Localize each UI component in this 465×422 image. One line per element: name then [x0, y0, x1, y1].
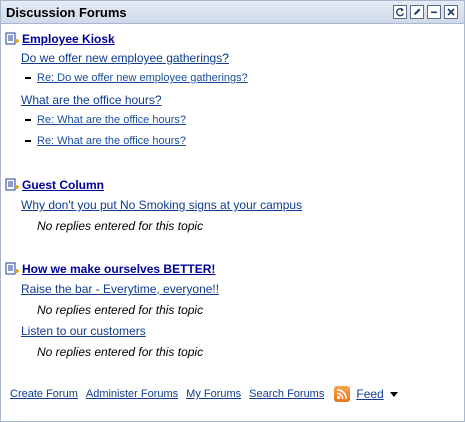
panel-titlebar: Discussion Forums — [1, 1, 464, 24]
topic-link[interactable]: Do we offer new employee gatherings? — [21, 51, 229, 65]
search-forums-link[interactable]: Search Forums — [249, 388, 324, 400]
topic-link[interactable]: Raise the bar - Everytime, everyone!! — [21, 282, 219, 296]
panel-controls — [393, 5, 458, 19]
forum-link[interactable]: Employee Kiosk — [22, 32, 115, 46]
reply-item: Re: What are the office hours? — [25, 135, 186, 147]
forum-icon — [5, 178, 19, 190]
panel-footer: Create Forum Administer Forums My Forums… — [10, 384, 398, 404]
no-replies-text: No replies entered for this topic — [37, 345, 204, 359]
reply-link[interactable]: Re: Do we offer new employee gatherings? — [37, 72, 248, 84]
feed-link[interactable]: Feed — [356, 387, 383, 401]
reply-link[interactable]: Re: What are the office hours? — [37, 114, 186, 126]
edit-button[interactable] — [410, 5, 424, 19]
forum-link[interactable]: How we make ourselves BETTER! — [22, 262, 215, 276]
edit-icon — [414, 8, 421, 15]
minimize-button[interactable] — [427, 5, 441, 19]
topic-link[interactable]: What are the office hours? — [21, 93, 162, 107]
forum-header: Guest Column — [5, 177, 104, 193]
my-forums-link[interactable]: My Forums — [186, 388, 241, 400]
no-replies-text: No replies entered for this topic — [37, 219, 204, 233]
forum-header: How we make ourselves BETTER! — [5, 261, 215, 277]
close-button[interactable] — [444, 5, 458, 19]
create-forum-link[interactable]: Create Forum — [10, 388, 78, 400]
close-icon — [447, 8, 455, 16]
reply-item: Re: What are the office hours? — [25, 114, 186, 126]
reply-bullet — [25, 77, 31, 79]
topic-link[interactable]: Listen to our customers — [21, 324, 146, 338]
reply-link[interactable]: Re: What are the office hours? — [37, 135, 186, 147]
rss-icon[interactable] — [334, 386, 351, 402]
administer-forums-link[interactable]: Administer Forums — [86, 388, 178, 400]
refresh-icon — [396, 7, 405, 17]
forum-link[interactable]: Guest Column — [22, 178, 104, 192]
reply-bullet — [25, 119, 31, 121]
forum-header: Employee Kiosk — [5, 31, 115, 47]
panel-title: Discussion Forums — [6, 5, 127, 20]
forum-icon — [5, 32, 19, 44]
refresh-button[interactable] — [393, 5, 407, 19]
topic-link[interactable]: Why don't you put No Smoking signs at yo… — [21, 198, 302, 212]
chevron-down-icon[interactable] — [389, 391, 398, 397]
reply-bullet — [25, 140, 31, 142]
reply-item: Re: Do we offer new employee gatherings? — [25, 72, 248, 84]
forum-icon — [5, 262, 19, 274]
discussion-forums-panel: Discussion Forums Employee Kiosk Do we o… — [0, 0, 465, 422]
no-replies-text: No replies entered for this topic — [37, 303, 204, 317]
minimize-icon — [431, 11, 437, 14]
